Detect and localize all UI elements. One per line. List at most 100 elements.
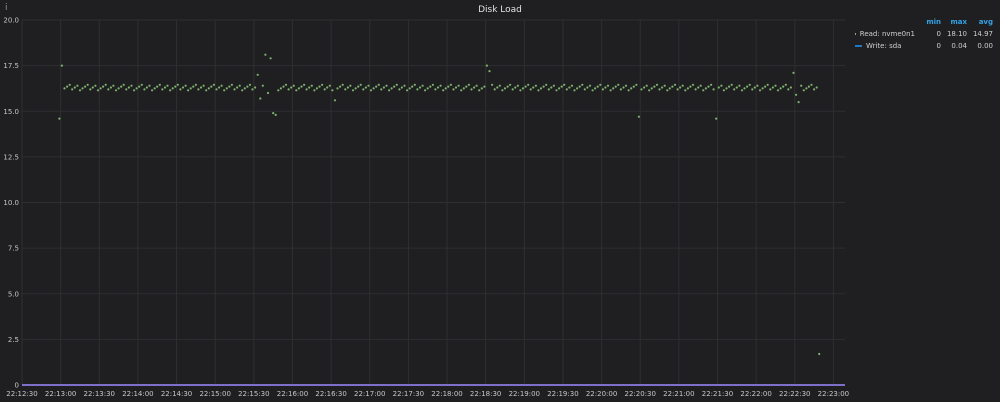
data-point [473,86,476,89]
data-point [323,88,326,91]
data-point [189,87,192,90]
data-point [645,84,648,87]
data-point [385,84,388,87]
data-point [493,88,496,91]
x-tick-label: 22:12:30 [6,390,37,398]
x-tick-label: 22:20:00 [586,390,617,398]
data-point [617,83,620,86]
data-point [704,87,708,90]
data-point [336,87,339,90]
legend-col-max[interactable]: max [941,18,967,26]
data-point [122,83,125,86]
x-tick-label: 22:16:00 [277,390,308,398]
data-point [740,89,744,92]
legend-header: min max avg [855,16,995,28]
data-point [60,64,64,67]
legend: min max avg Read: nvme0n1 0 18.10 14.97 … [855,16,995,52]
chart: 0 2.5 5.0 7.5 10.0 12.5 15.0 17.5 20.0 22:12:30 22… [3,17,849,399]
data-point [120,85,123,88]
data-point [393,85,396,88]
data-point [256,73,259,76]
data-point [251,88,254,91]
data-point [218,86,221,89]
data-point [439,84,442,87]
data-point [166,84,169,87]
data-point [637,115,641,118]
legend-col-min[interactable]: min [915,18,941,26]
panel-title[interactable]: Disk Load [0,5,1000,15]
data-point [269,57,272,60]
x-tick-label: 22:21:00 [663,390,694,398]
y-tick-label: 12.5 [3,153,19,161]
data-point [109,86,112,89]
data-point [372,87,375,90]
data-point [303,83,306,86]
data-point [96,89,100,92]
data-point [321,83,324,86]
data-point [148,84,151,87]
data-point [104,83,107,86]
data-point [581,83,584,86]
data-point [792,71,795,74]
data-point [140,83,143,86]
data-point [364,86,367,89]
data-point [388,89,391,92]
data-point [277,89,280,92]
data-point [756,84,759,87]
data-point [408,87,411,90]
y-tick-label: 5.0 [8,290,19,298]
data-point [576,87,579,90]
data-point [241,89,244,92]
series-swatch[interactable] [855,33,856,35]
legend-min: 0 [936,42,941,50]
data-point [619,88,623,91]
x-tick-label: 22:20:30 [624,390,655,398]
data-point [297,87,300,90]
data-point [560,85,563,88]
data-point [568,86,571,89]
data-point [612,87,615,90]
data-point [426,87,429,90]
data-point [506,85,509,88]
data-point [78,89,82,92]
data-point [720,84,723,87]
data-point [537,89,540,92]
legend-label[interactable]: Write: sda [866,42,901,50]
data-point [81,87,84,90]
data-point [735,86,738,89]
legend-row-write[interactable]: Write: sda 0 0.04 0.00 [855,40,995,52]
legend-row-read[interactable]: Read: nvme0n1 0 18.10 14.97 [855,28,995,40]
data-point [207,87,210,90]
data-point [117,87,120,90]
data-point [807,85,811,88]
data-point [532,86,535,89]
data-point [478,89,481,92]
data-point [292,84,295,87]
data-point [712,88,715,91]
data-point [210,85,213,88]
legend-label[interactable]: Read: nvme0n1 [860,30,915,38]
legend-col-avg[interactable]: avg [967,18,993,26]
data-point [668,87,671,90]
data-point [444,87,447,90]
data-point [305,88,308,91]
data-point [382,86,385,89]
data-point [624,84,628,87]
data-point [606,84,610,87]
data-point [424,89,427,92]
data-point [133,89,136,92]
data-point [346,86,349,89]
data-point [357,85,360,88]
data-point [169,89,172,92]
data-point [68,83,71,86]
data-point [813,88,816,91]
legend-min: 0 [936,30,941,38]
data-point [199,86,203,89]
series-swatch[interactable] [855,45,862,47]
data-point [573,89,576,92]
data-point [511,88,514,91]
data-point [643,86,646,89]
data-point [722,89,726,92]
data-point [658,88,661,91]
data-point [779,87,782,90]
